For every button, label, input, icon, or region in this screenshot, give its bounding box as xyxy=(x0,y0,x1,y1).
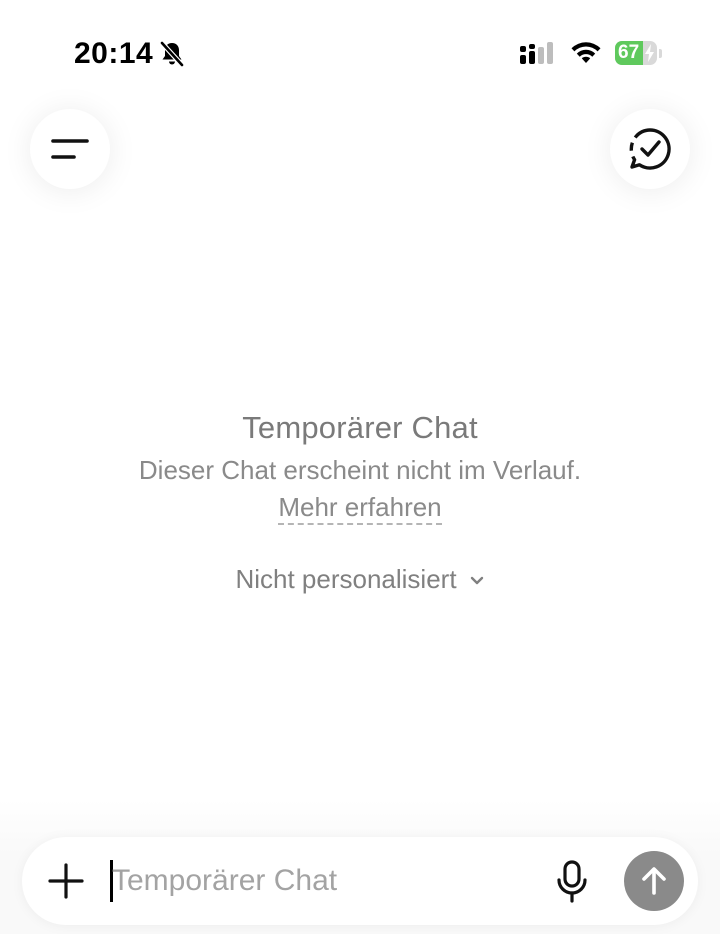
temporary-chat-button[interactable] xyxy=(610,109,690,189)
menu-icon xyxy=(50,135,90,163)
personalization-label: Nicht personalisiert xyxy=(235,564,457,594)
message-composer xyxy=(22,837,698,925)
chat-bubble-check-icon xyxy=(627,126,673,172)
arrow-up-icon xyxy=(639,865,669,897)
battery-tip xyxy=(659,48,662,58)
learn-more-row: Mehr erfahren xyxy=(0,492,720,525)
menu-button[interactable] xyxy=(30,109,110,189)
empty-state-title: Temporärer Chat xyxy=(242,410,478,445)
message-input[interactable] xyxy=(112,857,532,905)
status-time-group: 20:14 xyxy=(74,34,185,74)
battery-percent: 67 xyxy=(618,42,640,63)
bolt-icon xyxy=(645,44,655,62)
wifi-icon xyxy=(570,41,602,65)
dictation-button[interactable] xyxy=(552,859,592,905)
battery-charging-icon: 67 xyxy=(615,41,662,65)
attach-button[interactable] xyxy=(46,861,86,901)
status-bar: 20:14 67 xyxy=(0,0,720,100)
learn-more-link[interactable]: Mehr erfahren xyxy=(278,492,442,525)
microphone-icon xyxy=(555,860,589,904)
app-screen: 20:14 67 Temporärer Chat Dieser Chat ers… xyxy=(0,0,720,934)
signal-icon xyxy=(519,41,557,65)
empty-state-subtitle: Dieser Chat erscheint nicht im Verlauf. xyxy=(138,455,582,485)
battery-body: 67 xyxy=(615,41,657,65)
personalization-dropdown[interactable]: Nicht personalisiert xyxy=(0,564,720,595)
bell-slash-icon xyxy=(159,40,185,68)
chevron-down-icon xyxy=(469,575,485,587)
status-time: 20:14 xyxy=(74,37,154,70)
send-button[interactable] xyxy=(624,851,684,911)
status-indicators: 67 xyxy=(519,38,662,68)
plus-icon xyxy=(48,863,84,899)
